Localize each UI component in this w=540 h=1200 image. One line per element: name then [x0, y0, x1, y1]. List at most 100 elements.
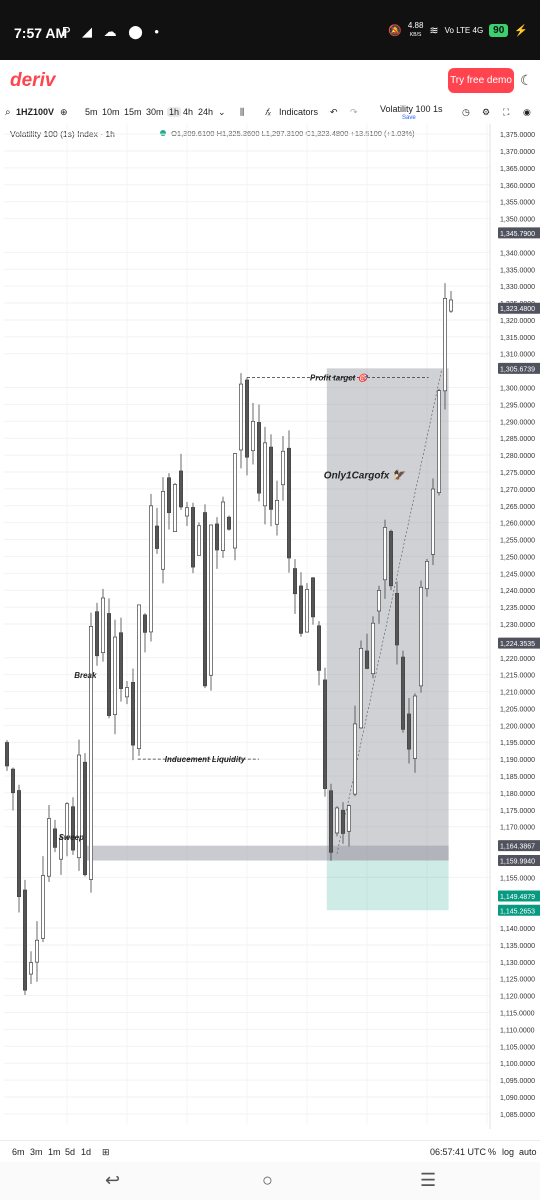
go-to-date-icon[interactable]: ⊞	[102, 1147, 110, 1158]
symbol-search[interactable]: 1HZ100V	[16, 107, 54, 117]
tf-24h[interactable]: 24h	[198, 107, 213, 117]
redo-icon[interactable]: ↷	[350, 107, 358, 118]
candle-body	[449, 299, 454, 312]
tf-5m[interactable]: 5m	[85, 107, 98, 117]
candle-body	[137, 604, 142, 749]
price-tick-label: 1,180.0000	[500, 791, 535, 798]
tf-30m[interactable]: 30m	[146, 107, 164, 117]
tf-15m[interactable]: 15m	[124, 107, 142, 117]
candle-body	[371, 622, 376, 675]
candle-body	[257, 422, 262, 494]
price-tick-label: 1,200.0000	[500, 723, 535, 730]
price-tick-label: 1,220.0000	[500, 656, 535, 663]
range-3m[interactable]: 3m	[30, 1147, 43, 1157]
candle-body	[317, 625, 322, 671]
candle-body	[11, 768, 16, 794]
candle-body	[275, 499, 280, 525]
candle-body	[143, 614, 148, 633]
candle-body	[34, 939, 39, 963]
price-chart[interactable]: Profit target 🎯 Only1Cargofx 🦅 Break Induce…	[0, 124, 540, 1129]
try-free-demo-button[interactable]: Try free demo	[448, 68, 514, 93]
liquidity-band	[86, 845, 449, 861]
recents-icon[interactable]: ☰	[420, 1170, 436, 1191]
price-tick-label: 1,360.0000	[500, 183, 535, 190]
moon-icon[interactable]: ☾	[520, 72, 533, 89]
range-1d[interactable]: 1d	[81, 1147, 91, 1157]
candle-body	[305, 589, 310, 633]
battery-badge: 90	[489, 24, 509, 37]
profit-zone	[326, 368, 449, 861]
candle-body	[118, 632, 123, 689]
candle-body	[407, 713, 412, 750]
candle-body	[40, 875, 45, 939]
price-tick-label: 1,230.0000	[500, 622, 535, 629]
candle-body	[209, 524, 214, 676]
candle-body	[347, 805, 352, 832]
price-tick-label: 1,375.0000	[500, 132, 535, 139]
break-label: Break	[74, 671, 97, 680]
candle-body	[245, 379, 250, 458]
mute-icon: 🔕	[388, 25, 402, 37]
price-tick-label: 1,255.0000	[500, 538, 535, 545]
candle-body	[112, 636, 117, 716]
instrument-save[interactable]: Save	[402, 115, 416, 121]
candle-body	[419, 586, 424, 687]
camera-icon[interactable]: ◉	[523, 107, 531, 118]
back-icon[interactable]: ↩	[105, 1170, 120, 1191]
candle-body	[395, 593, 400, 646]
candle-body	[88, 626, 93, 880]
price-label: 1,159.9940	[500, 859, 535, 866]
tf-4h[interactable]: 4h	[183, 107, 193, 117]
candle-body	[155, 525, 160, 549]
auto-toggle[interactable]: auto	[519, 1147, 537, 1157]
add-compare-icon[interactable]: ⊕	[60, 107, 68, 118]
percent-toggle[interactable]: %	[488, 1147, 496, 1157]
price-tick-label: 1,100.0000	[500, 1061, 535, 1068]
log-toggle[interactable]: log	[502, 1147, 514, 1157]
price-tick-label: 1,175.0000	[500, 808, 535, 815]
sweep-label: Sweep	[59, 833, 84, 842]
candle-body	[17, 790, 22, 898]
chart-type-icon[interactable]: ⫼	[240, 107, 244, 118]
instrument-title[interactable]: Volatility 100 1s	[380, 104, 443, 114]
range-6m[interactable]: 6m	[12, 1147, 25, 1157]
home-icon[interactable]: ○	[262, 1170, 273, 1191]
indicators-button[interactable]: Indicators	[279, 107, 318, 117]
candle-body	[437, 390, 442, 493]
candle-body	[401, 656, 406, 730]
price-label: 1,323.4800	[500, 306, 535, 313]
fullscreen-icon[interactable]: ⛶	[503, 107, 509, 118]
tf-1h[interactable]: 1h	[167, 107, 182, 117]
timeframe-dropdown-icon[interactable]: ⌄	[218, 107, 226, 118]
price-tick-label: 1,315.0000	[500, 335, 535, 342]
price-tick-label: 1,330.0000	[500, 284, 535, 291]
candle-body	[263, 442, 268, 507]
candle-body	[353, 723, 358, 795]
range-1m[interactable]: 1m	[48, 1147, 61, 1157]
price-label: 1,305.6739	[500, 366, 535, 373]
candle-body	[82, 761, 87, 876]
price-tick-label: 1,170.0000	[500, 825, 535, 832]
profit-target-label: Profit target 🎯	[310, 373, 370, 382]
price-tick-label: 1,355.0000	[500, 200, 535, 207]
candle-body	[389, 531, 394, 587]
price-tick-label: 1,320.0000	[500, 318, 535, 325]
undo-icon[interactable]: ↶	[330, 107, 338, 118]
tf-10m[interactable]: 10m	[102, 107, 120, 117]
deriv-logo[interactable]: deriv	[10, 70, 55, 92]
price-label: 1,149.4879	[500, 894, 535, 901]
price-tick-label: 1,250.0000	[500, 554, 535, 561]
search-icon[interactable]: ⌕	[5, 107, 11, 118]
range-5d[interactable]: 5d	[65, 1147, 75, 1157]
candle-body	[29, 962, 34, 975]
settings-icon[interactable]: ⚙	[482, 107, 490, 118]
candle-body	[221, 501, 226, 551]
candle-body	[46, 818, 51, 877]
inducement-label: Inducement Liquidity	[165, 755, 246, 764]
candle-body	[227, 516, 232, 530]
alert-icon[interactable]: ◷	[462, 107, 470, 118]
indicators-icon[interactable]: 𝑓ₓ	[265, 107, 271, 118]
candle-body	[70, 806, 75, 851]
speed-indicator: 4.88 KB/S	[407, 21, 424, 39]
price-tick-label: 1,120.0000	[500, 994, 535, 1001]
